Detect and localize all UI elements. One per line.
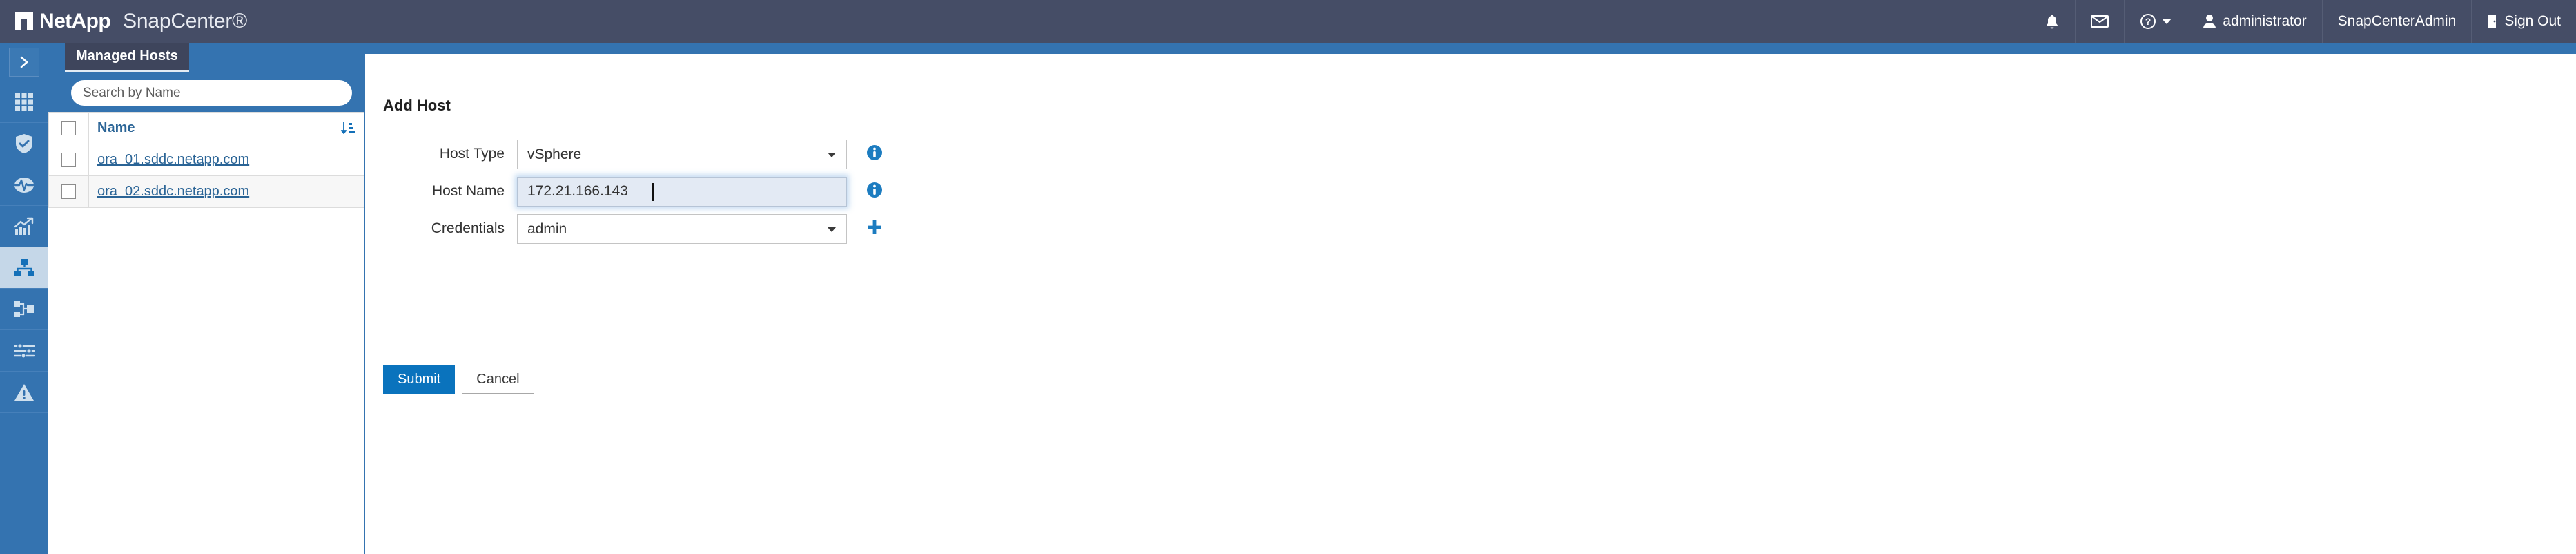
sidebar-item-storage-systems[interactable]	[0, 289, 48, 330]
top-header-bar: NetApp SnapCenter® ? administrator SnapC…	[0, 0, 2576, 43]
storage-nodes-icon	[14, 300, 35, 319]
netapp-logo-icon	[15, 12, 33, 30]
user-role[interactable]: SnapCenterAdmin	[2321, 0, 2472, 43]
brand-netapp-label: NetApp	[39, 10, 111, 32]
credentials-control: admin	[517, 213, 847, 244]
sidebar-item-hosts[interactable]	[0, 247, 48, 289]
form-actions: Submit Cancel	[383, 365, 534, 394]
row-checkbox[interactable]	[61, 184, 76, 200]
shield-check-icon	[14, 133, 34, 154]
managed-hosts-panel: Name ora_01.sddc.netapp.com ora_02.sddc.…	[48, 112, 364, 554]
row-select-cell	[48, 144, 89, 176]
brand-logo[interactable]: NetApp SnapCenter®	[0, 10, 247, 33]
host-name-input[interactable]	[517, 176, 847, 207]
sidebar-item-resources[interactable]	[0, 123, 48, 164]
sliders-settings-icon	[14, 343, 35, 359]
managed-hosts-table: Name ora_01.sddc.netapp.com ora_02.sddc.…	[48, 112, 364, 208]
tab-managed-hosts[interactable]: Managed Hosts	[65, 43, 189, 72]
warning-triangle-icon	[14, 383, 35, 402]
search-input[interactable]	[71, 80, 352, 106]
user-role-label: SnapCenterAdmin	[2337, 13, 2457, 29]
plus-icon	[866, 219, 883, 239]
svg-text:?: ?	[2145, 16, 2151, 27]
hosts-tabstrip: Managed Hosts	[48, 43, 364, 72]
sidebar-item-collapse-expand[interactable]	[0, 43, 48, 82]
chevron-right-icon	[17, 55, 31, 69]
sidebar-item-reports[interactable]	[0, 206, 48, 247]
host-link[interactable]: ora_01.sddc.netapp.com	[97, 152, 249, 167]
messages-button[interactable]	[2075, 0, 2124, 43]
notifications-button[interactable]	[2029, 0, 2075, 43]
table-header-row: Name	[48, 112, 364, 144]
row-name-cell: ora_01.sddc.netapp.com	[88, 144, 364, 176]
sidebar-item-alerts[interactable]	[0, 372, 48, 413]
host-link[interactable]: ora_02.sddc.netapp.com	[97, 184, 249, 199]
host-name-info-icon-wrap[interactable]	[866, 182, 883, 202]
user-icon	[2203, 14, 2216, 29]
form-row-host-name: Host Name	[365, 175, 883, 207]
column-header-name-label: Name	[97, 120, 135, 135]
left-nav-rail	[0, 43, 48, 554]
pulse-monitor-icon	[14, 175, 35, 195]
host-name-label: Host Name	[431, 183, 505, 199]
row-select-cell	[48, 175, 89, 208]
sign-out-button[interactable]: Sign Out	[2471, 0, 2576, 43]
select-all-checkbox[interactable]	[61, 121, 76, 136]
credentials-label: Credentials	[431, 220, 505, 236]
row-checkbox[interactable]	[61, 153, 76, 168]
bar-chart-trend-icon	[14, 217, 35, 236]
tab-managed-hosts-label: Managed Hosts	[76, 48, 178, 64]
table-row[interactable]: ora_02.sddc.netapp.com	[48, 175, 364, 208]
grid-dashboard-icon	[14, 93, 34, 112]
sign-out-label: Sign Out	[2504, 13, 2561, 29]
envelope-icon	[2091, 15, 2109, 28]
add-credential-button[interactable]	[866, 219, 883, 239]
page-title: Add Host	[383, 97, 451, 114]
sidebar-item-monitor[interactable]	[0, 164, 48, 206]
form-row-credentials: Credentials admin	[365, 213, 883, 245]
host-type-info-icon-wrap[interactable]	[866, 144, 883, 164]
column-header-name[interactable]: Name	[88, 112, 364, 144]
current-user[interactable]: administrator	[2187, 0, 2321, 43]
host-name-control	[517, 176, 847, 207]
form-row-host-type: Host Type vSphere	[365, 138, 883, 170]
main-content-panel: Add Host Host Type vSphere Host Name 172…	[365, 54, 2576, 554]
chevron-down-icon	[2162, 19, 2172, 24]
sidebar-item-settings[interactable]	[0, 330, 48, 372]
question-circle-icon: ?	[2140, 13, 2156, 30]
info-circle-icon	[866, 144, 883, 164]
credentials-select[interactable]: admin	[517, 213, 847, 244]
cancel-button[interactable]: Cancel	[462, 365, 534, 394]
row-name-cell: ora_02.sddc.netapp.com	[88, 175, 364, 208]
sort-descending-icon[interactable]	[340, 121, 355, 140]
info-circle-icon	[866, 182, 883, 202]
bell-icon	[2045, 13, 2060, 30]
brand-product-label: SnapCenter®	[123, 10, 248, 32]
submit-button[interactable]: Submit	[383, 365, 456, 394]
hosts-search-zone	[48, 72, 364, 112]
host-type-label: Host Type	[439, 146, 505, 162]
user-name-label: administrator	[2223, 13, 2307, 29]
sign-out-icon	[2487, 14, 2498, 29]
header-actions: ? administrator SnapCenterAdmin Sign Out	[2029, 0, 2576, 43]
table-row[interactable]: ora_01.sddc.netapp.com	[48, 144, 364, 176]
help-menu-button[interactable]: ?	[2124, 0, 2187, 43]
sitemap-hosts-icon	[14, 258, 35, 278]
host-type-control: vSphere	[517, 139, 847, 169]
host-type-select[interactable]: vSphere	[517, 139, 847, 169]
select-all-header	[48, 112, 89, 144]
sidebar-item-dashboard[interactable]	[0, 82, 48, 123]
text-cursor	[652, 182, 654, 201]
